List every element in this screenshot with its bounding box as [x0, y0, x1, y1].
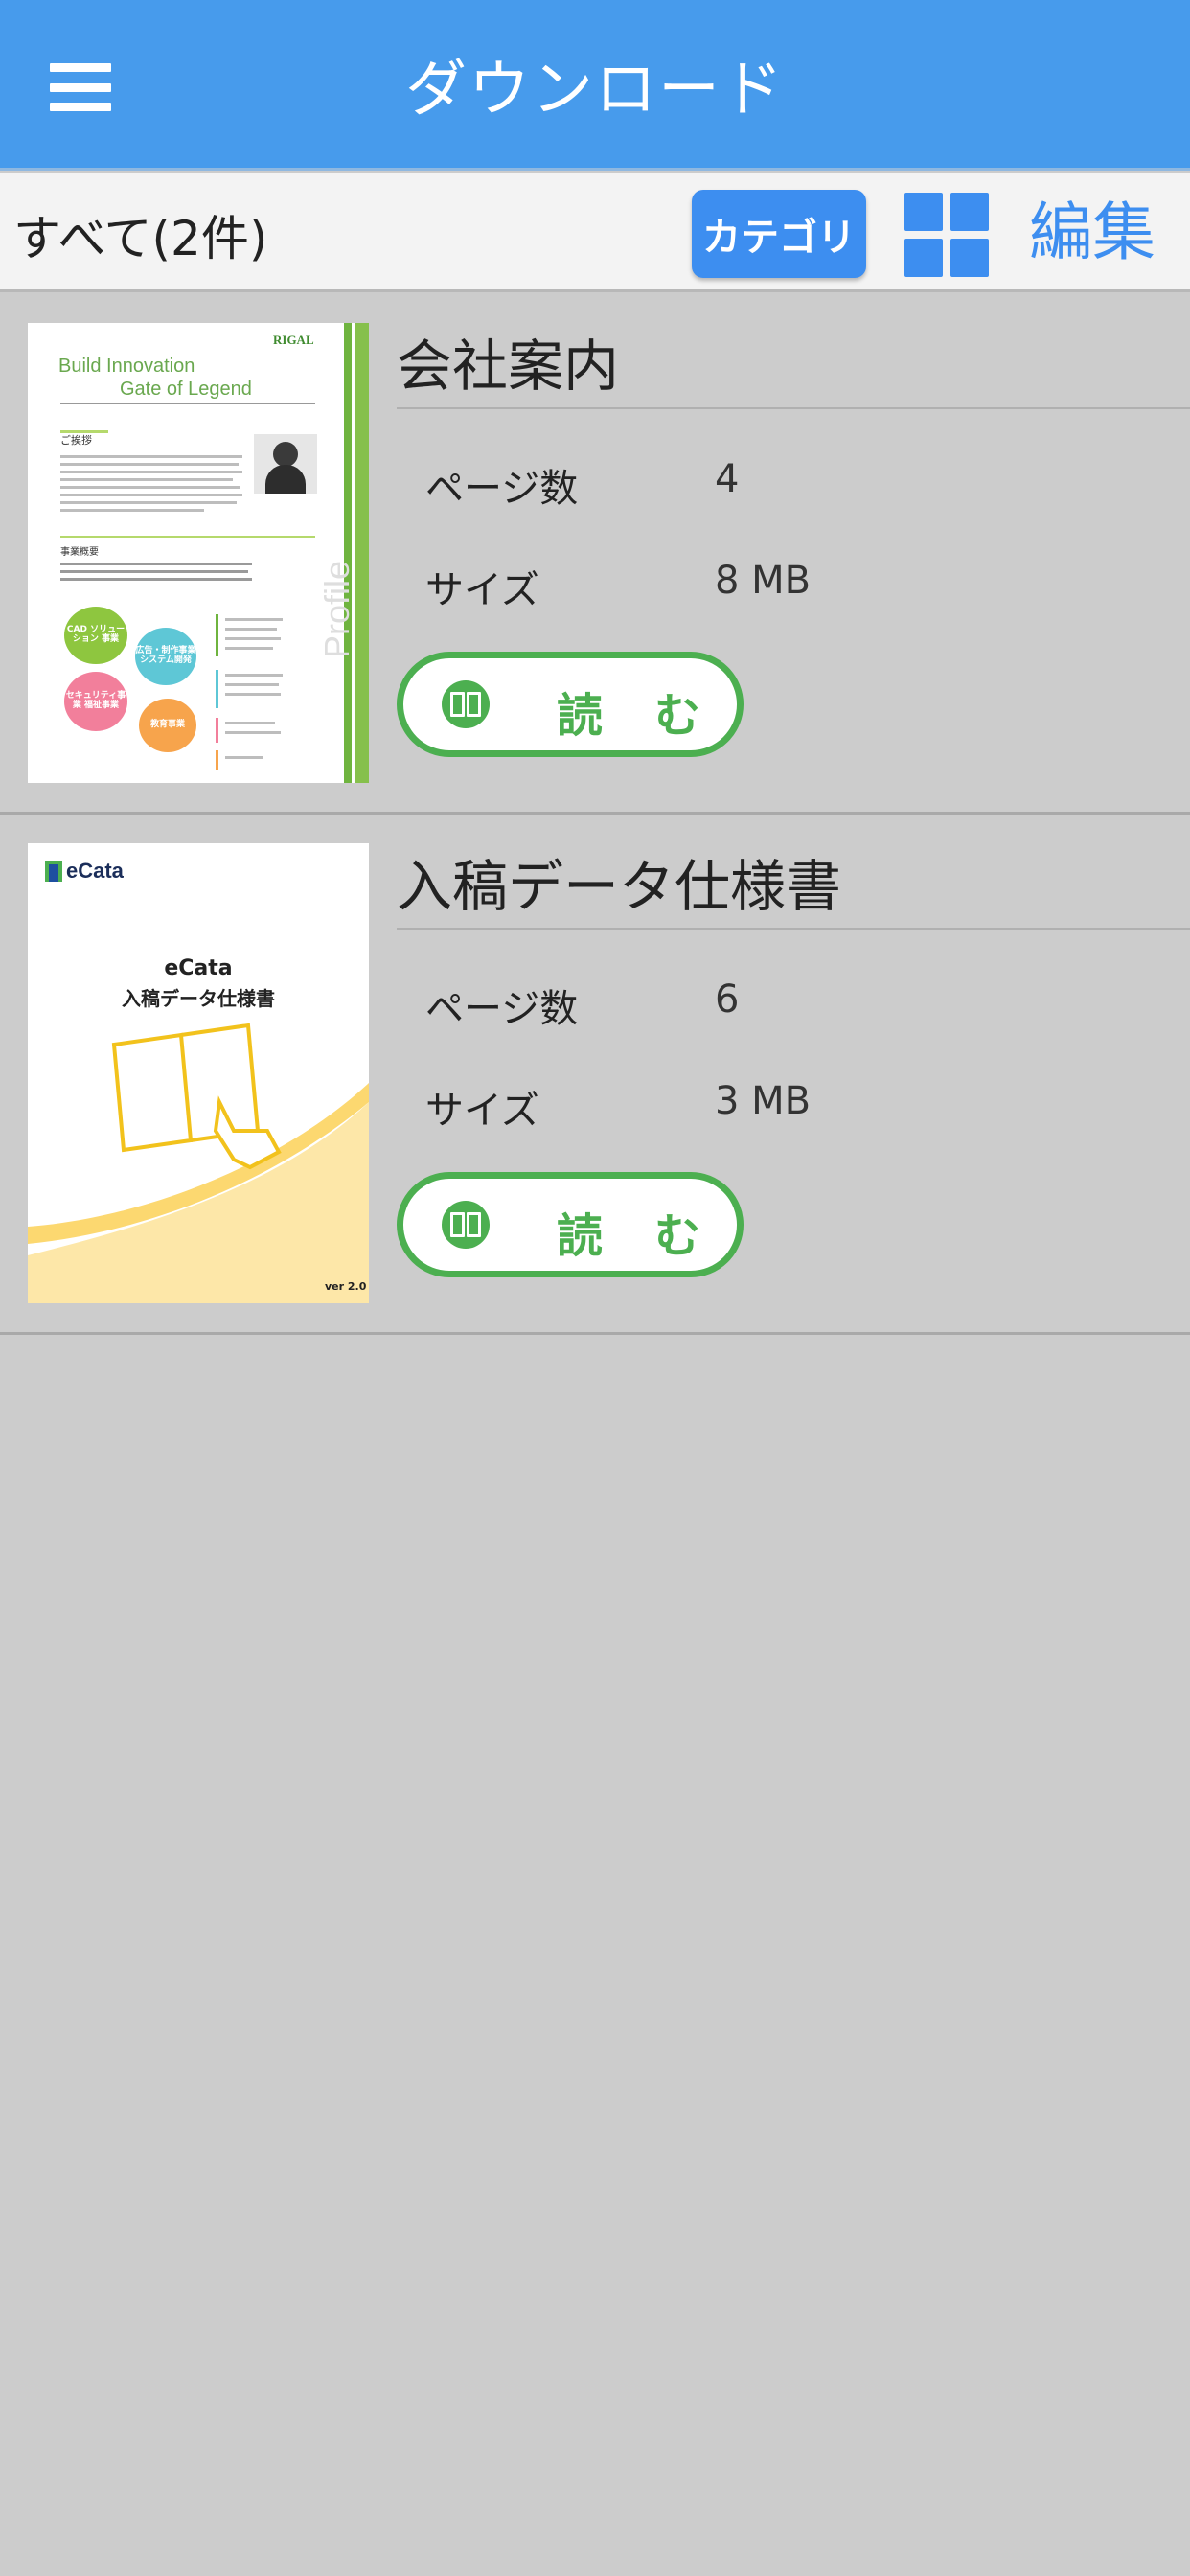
cover-text-line: [60, 563, 252, 565]
cover-divider: [60, 536, 315, 538]
cover-logo: RIGAL: [273, 333, 314, 347]
cover-text-line: [225, 756, 263, 759]
divider: [397, 928, 1190, 930]
cover-text-line: [225, 618, 283, 621]
cover-stripe: [355, 323, 369, 783]
item-count-label: すべて(2件): [13, 211, 268, 266]
app-root: ダウンロード すべて(2件) カテゴリ 編集 RIGAL Build Innov…: [0, 0, 1190, 2576]
cover-text-line: [225, 693, 281, 696]
cover-legend-bar: [216, 718, 218, 743]
cover-text-line: [60, 494, 242, 496]
cover-doc-title: 入稿データ仕様書: [122, 987, 275, 1010]
cover-text-line: [60, 570, 248, 573]
cover-text-line: [225, 628, 277, 631]
list-item[interactable]: eCata eCata 入稿データ仕様書 ver 2.0 入稿データ仕様書 ペー…: [0, 813, 1190, 1335]
cover-logo: eCata: [66, 859, 124, 883]
cover-section-heading: ご挨拶: [60, 434, 92, 447]
catalog-thumbnail[interactable]: eCata eCata 入稿データ仕様書 ver 2.0: [28, 843, 369, 1303]
page-count-label: ページ数: [425, 987, 579, 1031]
cover-circle: 教育事業: [139, 699, 196, 752]
cover-circle: セキュリティ事業 福祉事業: [64, 672, 127, 731]
read-button[interactable]: 読 む: [397, 1172, 744, 1277]
cover-text-line: [225, 674, 283, 677]
app-header: ダウンロード: [0, 0, 1190, 171]
page-count-value: 6: [715, 978, 740, 1022]
cover-text-line: [60, 509, 204, 512]
cover-art: [28, 1023, 369, 1303]
catalog-title[interactable]: 入稿データ仕様書: [397, 841, 841, 922]
book-icon: [442, 1201, 490, 1249]
cover-side-text: Profile: [317, 560, 356, 658]
category-button[interactable]: カテゴリ: [692, 190, 866, 278]
hamburger-menu-icon[interactable]: [50, 63, 111, 111]
catalog-thumbnail[interactable]: RIGAL Build Innovation Gate of Legend ご挨…: [28, 323, 369, 783]
read-button[interactable]: 読 む: [397, 652, 744, 757]
cover-text-line: [60, 486, 240, 489]
cover-legend-bar: [216, 614, 218, 656]
file-size-value: 8 MB: [715, 559, 812, 603]
cover-text-line: [60, 455, 242, 458]
read-button-label: む: [654, 689, 701, 743]
cover-stripe: [344, 323, 352, 783]
cover-text-line: [225, 683, 279, 686]
cover-section-heading: 事業概要: [60, 547, 99, 558]
file-size-label: サイズ: [425, 568, 539, 612]
cover-circle: 広告・制作事業 システム開発: [135, 628, 196, 685]
cover-text-line: [60, 463, 239, 466]
cover-text-line: [60, 471, 242, 473]
page-count-value: 4: [715, 457, 740, 501]
cover-text-line: [60, 501, 237, 504]
cover-text-line: [225, 637, 281, 640]
file-size-value: 3 MB: [715, 1079, 812, 1123]
cover-legend-bar: [216, 670, 218, 708]
file-size-label: サイズ: [425, 1089, 539, 1133]
book-icon: [442, 680, 490, 728]
catalog-title[interactable]: 会社案内: [397, 321, 619, 402]
read-button-label: 読: [557, 1209, 604, 1263]
cover-divider: [60, 403, 315, 404]
cover-circle: CAD ソリューション 事業: [64, 607, 127, 664]
cover-text-line: [60, 578, 252, 581]
toolbar: すべて(2件) カテゴリ 編集: [0, 173, 1190, 292]
cover-text-line: [225, 722, 275, 724]
ecata-logo-icon: [49, 864, 58, 882]
cover-text-line: [225, 731, 281, 734]
cover-headline: Gate of Legend: [120, 379, 252, 400]
read-button-label: む: [654, 1209, 701, 1263]
cover-legend-bar: [216, 750, 218, 770]
read-button-label: 読: [557, 689, 604, 743]
edit-button[interactable]: 編集: [1029, 181, 1156, 273]
cover-name: eCata: [164, 956, 233, 980]
divider: [397, 407, 1190, 409]
grid-view-icon[interactable]: [904, 193, 989, 277]
cover-photo: [254, 434, 317, 494]
cover-headline: Build Innovation: [58, 356, 195, 377]
page-title: ダウンロード: [405, 54, 785, 126]
cover-text-line: [60, 478, 233, 481]
page-count-label: ページ数: [425, 467, 579, 511]
cover-text-line: [225, 647, 273, 650]
list-item[interactable]: RIGAL Build Innovation Gate of Legend ご挨…: [0, 292, 1190, 815]
cover-version: ver 2.0: [325, 1280, 367, 1293]
